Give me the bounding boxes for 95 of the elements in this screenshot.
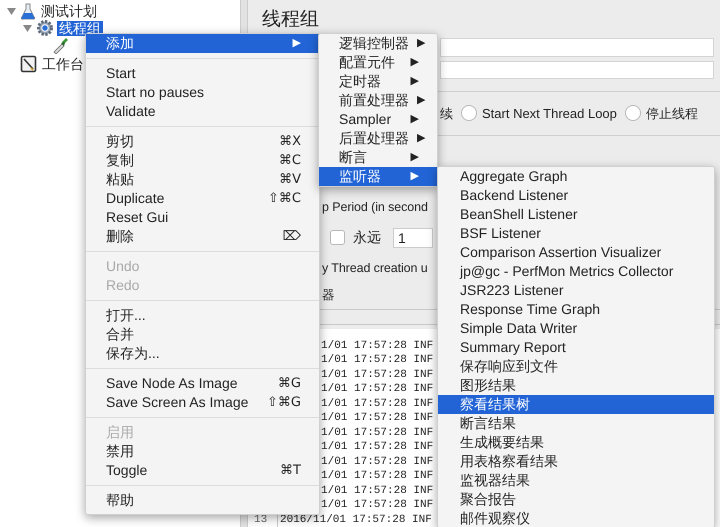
- tree-item[interactable]: 工作台: [40, 56, 86, 72]
- radio-label: 停止线程: [646, 104, 698, 123]
- log-line: 1/01 17:57:28 INF: [321, 498, 434, 513]
- menu-item[interactable]: 断言结果: [438, 414, 714, 433]
- menu-item[interactable]: 粘贴 ⌘V: [86, 170, 319, 189]
- menu-item[interactable]: Summary Report: [438, 338, 714, 357]
- menu-item[interactable]: Reset Gui: [86, 208, 319, 227]
- input-field[interactable]: [440, 38, 714, 58]
- shortcut-label: ⌘G: [278, 374, 301, 393]
- menu-item[interactable]: JSR223 Listener: [438, 281, 714, 300]
- menu-item[interactable]: 定时器 ▶: [319, 72, 437, 91]
- log-line: 1/01 17:57:28 INF: [321, 396, 434, 412]
- menu-item[interactable]: BeanShell Listener: [438, 205, 714, 224]
- log-line: 1/01 17:57:28 INF: [321, 368, 434, 382]
- submenu-arrow: ▶: [417, 36, 426, 52]
- log-line: 1/01 17:57:28 INF: [321, 484, 434, 498]
- menu-item[interactable]: Start: [86, 64, 319, 83]
- menu-item[interactable]: 后置处理器 ▶: [319, 129, 437, 148]
- shortcut-label: ⇧⌘G: [267, 394, 301, 412]
- menu-item[interactable]: 删除 ⌦: [86, 227, 319, 246]
- log-line: 1/01 17:57:28 INF: [321, 353, 434, 368]
- log-line: 2016/11/01 17:57:28 INF: [280, 512, 432, 527]
- radio-button[interactable]: [624, 105, 641, 122]
- menu-item[interactable]: 打开...: [86, 306, 319, 325]
- log-line: 1/01 17:57:28 INF: [321, 411, 434, 426]
- submenu-arrow: ▶: [410, 169, 419, 184]
- menu-item[interactable]: Start no pauses: [86, 83, 319, 102]
- menu-item[interactable]: 聚合报告: [438, 490, 714, 509]
- shortcut-label: ⇧⌘C: [268, 190, 301, 208]
- menu-item[interactable]: 监听器 ▶: [319, 167, 437, 186]
- log-line: 1/01 17:57:28 INF: [321, 426, 434, 440]
- submenu-arrow: ▶: [410, 55, 419, 70]
- loop-count-field[interactable]: 1: [393, 228, 433, 248]
- checkbox[interactable]: [330, 230, 345, 246]
- section-label: 器: [322, 286, 335, 304]
- radio-label: 续: [440, 104, 453, 123]
- menu-item[interactable]: 逻辑控制器 ▶: [319, 34, 437, 53]
- menu-item[interactable]: Save Screen As Image ⇧⌘G: [86, 393, 319, 412]
- menu-item[interactable]: 断言 ▶: [319, 148, 437, 167]
- checkbox-label: 永远: [353, 228, 381, 248]
- menu-item[interactable]: Duplicate ⇧⌘C: [86, 189, 319, 208]
- menu-item[interactable]: Toggle ⌘T: [86, 461, 319, 480]
- menu-item[interactable]: Response Time Graph: [438, 300, 714, 319]
- shortcut-label: ⌦: [282, 228, 301, 246]
- dropper-icon: [52, 36, 70, 54]
- menu-item[interactable]: 保存为...: [86, 344, 319, 363]
- menu-item[interactable]: jp@gc - PerfMon Metrics Collector: [438, 262, 714, 281]
- menu-item[interactable]: Save Node As Image ⌘G: [86, 374, 319, 393]
- menu-item[interactable]: 察看结果树: [438, 395, 714, 414]
- menu-item[interactable]: 邮件观察仪: [438, 509, 714, 527]
- field-label: p Period (in second: [322, 198, 428, 216]
- shortcut-label: ⌘T: [280, 462, 301, 480]
- input-field[interactable]: [440, 61, 714, 80]
- submenu-arrow: ▶: [417, 93, 426, 108]
- menu-item[interactable]: 用表格察看结果: [438, 452, 714, 471]
- menu-item[interactable]: 配置元件 ▶: [319, 53, 437, 72]
- submenu-arrow: ▶: [410, 112, 419, 128]
- menu-item[interactable]: 合并: [86, 325, 319, 344]
- flask-icon: [20, 2, 36, 20]
- shortcut-label: ⌘V: [279, 170, 301, 189]
- menu-item[interactable]: BSF Listener: [438, 224, 714, 243]
- log-line: 1/01 17:57:28 INF: [321, 338, 434, 354]
- notepad-icon: [20, 55, 37, 73]
- menu-item[interactable]: 帮助: [86, 491, 319, 510]
- menu-item[interactable]: Comparison Assertion Visualizer: [438, 243, 714, 262]
- log-line: 1/01 17:57:28 INF: [321, 454, 434, 470]
- menu-item[interactable]: Aggregate Graph: [438, 167, 714, 186]
- menu-item[interactable]: 保存响应到文件: [438, 357, 714, 376]
- log-line: 1/01 17:57:28 INF: [321, 382, 434, 397]
- menu-item[interactable]: 剪切 ⌘X: [86, 132, 319, 151]
- radio-button[interactable]: [461, 105, 477, 122]
- menu-item[interactable]: Backend Listener: [438, 186, 714, 205]
- submenu-arrow: ▶: [410, 74, 419, 90]
- menu-item[interactable]: 添加 ▶: [86, 34, 319, 53]
- panel-title: 线程组: [261, 8, 320, 32]
- shortcut-label: ⌘X: [279, 132, 301, 151]
- shortcut-label: ⌘C: [278, 152, 301, 170]
- radio-label: Start Next Thread Loop: [482, 104, 617, 123]
- log-line: 1/01 17:57:28 INF: [321, 469, 434, 484]
- submenu-arrow: ▶: [292, 36, 301, 52]
- menu-item[interactable]: 生成概要结果: [438, 433, 714, 452]
- menu-item[interactable]: 复制 ⌘C: [86, 151, 319, 170]
- menu-item[interactable]: 监视器结果: [438, 471, 714, 490]
- tree-item[interactable]: 测试计划: [39, 4, 99, 18]
- log-line: 1/01 17:57:28 INF: [321, 440, 434, 455]
- field-label: y Thread creation u: [322, 260, 428, 277]
- menu-item[interactable]: 图形结果: [438, 376, 714, 395]
- menu-item[interactable]: Sampler ▶: [319, 110, 437, 129]
- submenu-arrow: ▶: [417, 131, 426, 146]
- submenu-arrow: ▶: [410, 150, 419, 166]
- menu-item[interactable]: Simple Data Writer: [438, 319, 714, 338]
- menu-item[interactable]: 前置处理器 ▶: [319, 91, 437, 110]
- gear-icon: [36, 19, 54, 37]
- menu-item[interactable]: 禁用: [86, 442, 319, 461]
- menu-item[interactable]: Validate: [86, 102, 319, 121]
